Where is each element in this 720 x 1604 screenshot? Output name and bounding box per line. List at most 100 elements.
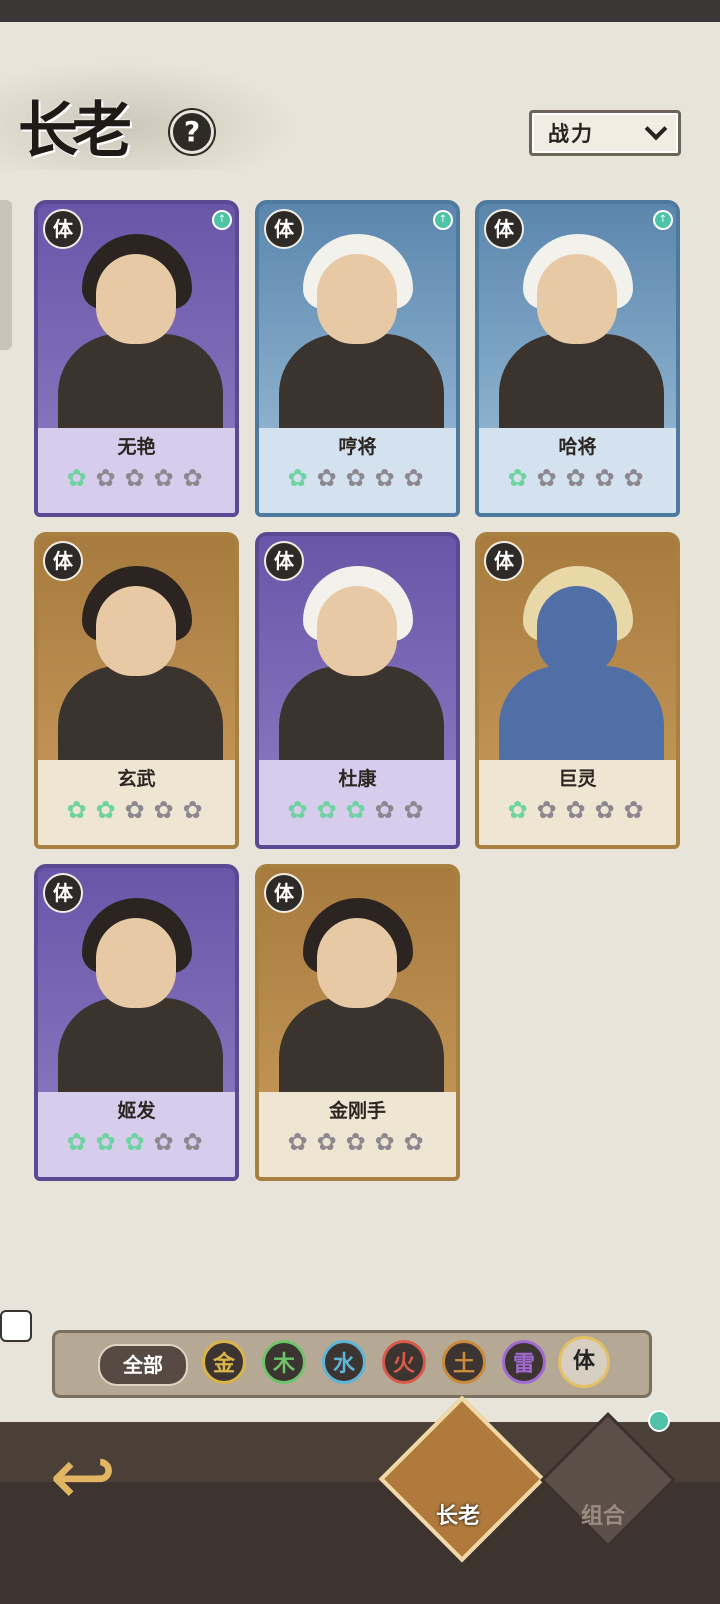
attribute-badge: 体 (484, 541, 524, 581)
star-rating: ✿ ✿ ✿ ✿ ✿ (64, 798, 205, 823)
star-icon: ✿ (623, 796, 644, 824)
star-icon: ✿ (316, 796, 337, 824)
star-icon: ✿ (374, 1128, 395, 1156)
star-icon: ✿ (565, 464, 586, 492)
star-icon: ✿ (403, 1128, 424, 1156)
star-icon: ✿ (536, 796, 557, 824)
star-icon: ✿ (623, 464, 644, 492)
star-icon: ✿ (345, 1128, 366, 1156)
attribute-badge: 体 (264, 209, 304, 249)
filter-element-button[interactable]: 火 (382, 1340, 426, 1384)
star-icon: ✿ (66, 464, 87, 492)
star-icon: ✿ (124, 464, 145, 492)
filter-element-button[interactable]: 雷 (502, 1340, 546, 1384)
filter-element-button[interactable]: 体 (558, 1336, 610, 1388)
attribute-badge: 体 (264, 541, 304, 581)
star-rating: ✿ ✿ ✿ ✿ ✿ (505, 466, 646, 491)
star-icon: ✿ (124, 1128, 145, 1156)
star-icon: ✿ (182, 1128, 203, 1156)
elder-card[interactable]: 体巨灵 ✿ ✿ ✿ ✿ ✿ (475, 532, 680, 849)
star-icon: ✿ (403, 464, 424, 492)
chat-icon[interactable] (0, 1310, 32, 1342)
character-name: 玄武 (117, 768, 156, 790)
chevron-down-icon (644, 117, 668, 141)
star-rating: ✿ ✿ ✿ ✿ ✿ (64, 466, 205, 491)
character-name: 杜康 (338, 768, 377, 790)
filter-element-button[interactable]: 金 (202, 1340, 246, 1384)
star-icon: ✿ (66, 796, 87, 824)
star-icon: ✿ (594, 796, 615, 824)
upgrade-gem-icon (648, 1410, 670, 1432)
character-name: 无艳 (117, 436, 156, 458)
filter-all-button[interactable]: 全部 (98, 1344, 188, 1386)
star-icon: ✿ (345, 796, 366, 824)
star-icon: ✿ (287, 1128, 308, 1156)
attribute-badge: 体 (43, 209, 83, 249)
character-name: 哼将 (338, 436, 377, 458)
star-icon: ✿ (374, 796, 395, 824)
star-icon: ✿ (507, 464, 528, 492)
filter-element-button[interactable]: 水 (322, 1340, 366, 1384)
character-name: 金刚手 (328, 1100, 386, 1122)
star-icon: ✿ (95, 1128, 116, 1156)
card-nameplate: 哈将 ✿ ✿ ✿ ✿ ✿ (479, 428, 676, 513)
card-nameplate: 金刚手 ✿ ✿ ✿ ✿ ✿ (259, 1092, 456, 1177)
star-rating: ✿ ✿ ✿ ✿ ✿ (285, 466, 426, 491)
star-icon: ✿ (153, 796, 174, 824)
elder-card[interactable]: 体 ↑ 无艳 ✿ ✿ ✿ ✿ ✿ (34, 200, 239, 517)
elder-card[interactable]: 体姬发 ✿ ✿ ✿ ✿ ✿ (34, 864, 239, 1181)
card-nameplate: 姬发 ✿ ✿ ✿ ✿ ✿ (38, 1092, 235, 1177)
star-icon: ✿ (345, 464, 366, 492)
tab-elder-label[interactable]: 长老 (413, 1498, 503, 1530)
upgrade-gem-icon: ↑ (212, 210, 232, 230)
upgrade-gem-icon: ↑ (433, 210, 453, 230)
star-icon: ✿ (95, 796, 116, 824)
upgrade-gem-icon: ↑ (653, 210, 673, 230)
star-rating: ✿ ✿ ✿ ✿ ✿ (505, 798, 646, 823)
attribute-badge: 体 (264, 873, 304, 913)
card-nameplate: 巨灵 ✿ ✿ ✿ ✿ ✿ (479, 760, 676, 845)
status-bar (0, 0, 720, 22)
elder-card[interactable]: 体 ↑ 哈将 ✿ ✿ ✿ ✿ ✿ (475, 200, 680, 517)
character-name: 姬发 (117, 1100, 156, 1122)
star-icon: ✿ (316, 464, 337, 492)
star-icon: ✿ (182, 464, 203, 492)
elder-card[interactable]: 体玄武 ✿ ✿ ✿ ✿ ✿ (34, 532, 239, 849)
star-icon: ✿ (124, 796, 145, 824)
page-title: 长老 (18, 96, 132, 166)
star-icon: ✿ (95, 464, 116, 492)
elder-card[interactable]: 体金刚手 ✿ ✿ ✿ ✿ ✿ (255, 864, 460, 1181)
card-nameplate: 杜康 ✿ ✿ ✿ ✿ ✿ (259, 760, 456, 845)
star-icon: ✿ (594, 464, 615, 492)
star-icon: ✿ (153, 464, 174, 492)
star-icon: ✿ (507, 796, 528, 824)
star-rating: ✿ ✿ ✿ ✿ ✿ (285, 1130, 426, 1155)
star-icon: ✿ (565, 796, 586, 824)
star-icon: ✿ (182, 796, 203, 824)
card-nameplate: 哼将 ✿ ✿ ✿ ✿ ✿ (259, 428, 456, 513)
filter-element-button[interactable]: 土 (442, 1340, 486, 1384)
star-icon: ✿ (66, 1128, 87, 1156)
tab-combo-label[interactable]: 组合 (558, 1498, 648, 1530)
star-rating: ✿ ✿ ✿ ✿ ✿ (285, 798, 426, 823)
character-name: 哈将 (558, 436, 597, 458)
attribute-badge: 体 (43, 541, 83, 581)
star-icon: ✿ (403, 796, 424, 824)
card-nameplate: 玄武 ✿ ✿ ✿ ✿ ✿ (38, 760, 235, 845)
star-icon: ✿ (153, 1128, 174, 1156)
back-arrow-icon[interactable]: ↩ (38, 1437, 128, 1517)
filter-element-button[interactable]: 木 (262, 1340, 306, 1384)
elder-card[interactable]: 体 ↑ 哼将 ✿ ✿ ✿ ✿ ✿ (255, 200, 460, 517)
attribute-badge: 体 (484, 209, 524, 249)
star-icon: ✿ (374, 464, 395, 492)
side-drawer-handle[interactable] (0, 200, 12, 350)
help-icon[interactable]: ? (170, 110, 214, 154)
character-name: 巨灵 (558, 768, 597, 790)
star-rating: ✿ ✿ ✿ ✿ ✿ (64, 1130, 205, 1155)
sort-selected-label: 战力 (548, 122, 594, 146)
star-icon: ✿ (536, 464, 557, 492)
elder-card[interactable]: 体杜康 ✿ ✿ ✿ ✿ ✿ (255, 532, 460, 849)
sort-dropdown[interactable]: 战力 (529, 110, 681, 156)
attribute-badge: 体 (43, 873, 83, 913)
star-icon: ✿ (316, 1128, 337, 1156)
